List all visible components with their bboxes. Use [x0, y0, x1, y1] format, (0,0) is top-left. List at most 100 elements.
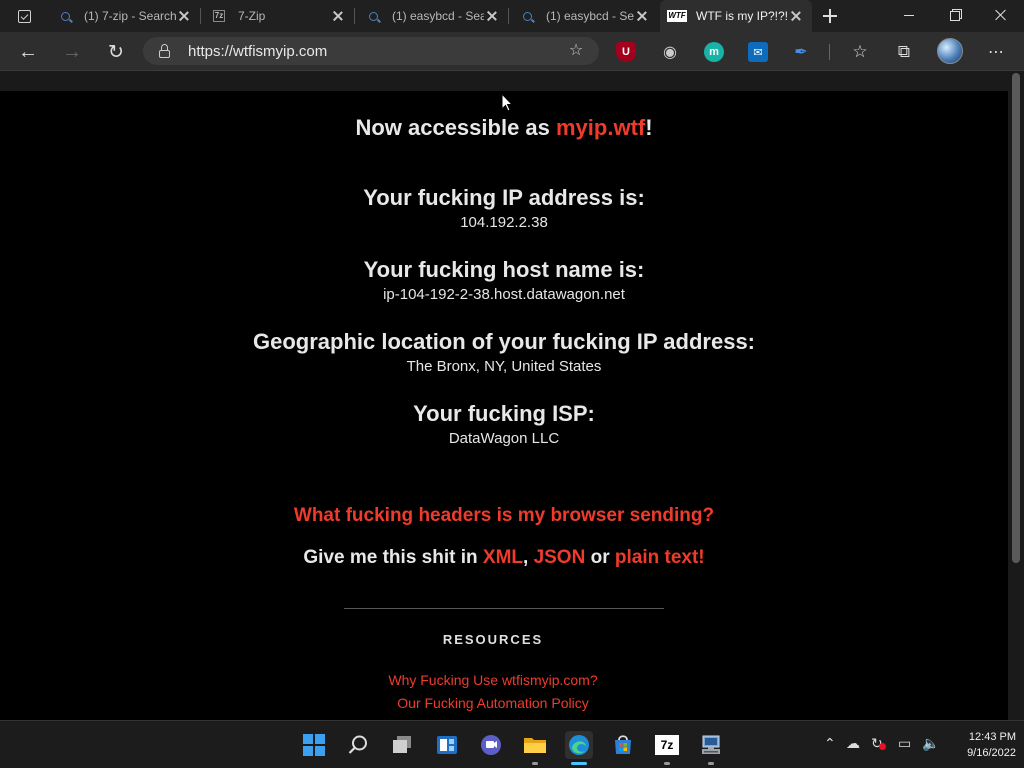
refresh-button[interactable]: ↻: [104, 40, 128, 64]
tab-title: (1) 7-zip - Search: [84, 9, 176, 23]
running-indicator: [708, 762, 714, 765]
m-extension-icon[interactable]: m: [704, 42, 724, 62]
tab-title: WTF is my IP?!?!: [696, 9, 788, 23]
clock[interactable]: 12:43 PM 9/16/2022: [944, 729, 1016, 761]
7zip-label: 7z: [660, 738, 674, 752]
profile-avatar[interactable]: [937, 38, 963, 64]
json-link[interactable]: JSON: [534, 547, 586, 568]
tab-7zip-search[interactable]: (1) 7-zip - Search: [48, 0, 201, 32]
search-button[interactable]: [344, 731, 372, 759]
teams-chat-button[interactable]: [477, 731, 505, 759]
task-view-icon: [393, 736, 411, 753]
running-indicator: [664, 762, 670, 765]
accessible-prefix: Now accessible as: [355, 115, 556, 140]
close-icon[interactable]: [634, 8, 650, 24]
volume-icon[interactable]: 🔈: [922, 735, 939, 752]
tab-title: 7-Zip: [238, 9, 266, 23]
tab-easybcd-search-2[interactable]: (1) easybcd - Search: [510, 0, 658, 32]
scrollbar-thumb[interactable]: [1012, 73, 1020, 563]
accessible-notice: Now accessible as myip.wtf!: [0, 115, 1008, 141]
page-top-band: [0, 71, 1008, 91]
isp-label: Your fucking ISP:: [413, 401, 595, 426]
7zip-icon: 7z: [212, 10, 226, 22]
why-use-link[interactable]: Why Fucking Use wtfismyip.com?: [0, 672, 986, 688]
search-icon: [366, 9, 380, 23]
new-tab-button[interactable]: [820, 6, 840, 26]
page-scrollbar[interactable]: [1008, 71, 1024, 720]
store-icon: [615, 735, 631, 754]
tab-easybcd-search-1[interactable]: (1) easybcd - Search: [356, 0, 509, 32]
pen-extension-icon[interactable]: ✒: [791, 42, 811, 62]
collections-icon[interactable]: ⧉: [892, 40, 916, 64]
tab-title: (1) easybcd - Search: [392, 9, 484, 23]
lock-icon[interactable]: [159, 44, 170, 58]
minimize-button[interactable]: [886, 0, 932, 32]
ip-label: Your fucking IP address is:: [363, 185, 645, 210]
task-view-button[interactable]: [389, 731, 417, 759]
show-hidden-icons-chevron-up-icon[interactable]: ⌃: [824, 735, 836, 752]
close-icon[interactable]: [176, 8, 192, 24]
more-options-icon[interactable]: ⋯: [984, 40, 1008, 64]
close-icon[interactable]: [330, 8, 346, 24]
outlook-extension-icon[interactable]: ✉: [748, 42, 768, 62]
file-explorer-button[interactable]: [521, 731, 549, 765]
ublock-letter: U: [622, 46, 630, 58]
xml-link[interactable]: XML: [483, 547, 523, 568]
widgets-icon: [437, 736, 457, 754]
tab-actions-button[interactable]: [8, 5, 40, 27]
tab-title: (1) easybcd - Search: [546, 9, 634, 23]
search-icon: [348, 735, 367, 754]
eye-extension-icon[interactable]: ◉: [660, 42, 680, 62]
windows-icon: [303, 734, 325, 756]
start-button[interactable]: [300, 731, 328, 759]
onedrive-cloud-icon[interactable]: ☁: [846, 735, 860, 752]
chat-icon: [481, 735, 501, 755]
close-window-button[interactable]: [978, 0, 1024, 32]
restore-button[interactable]: [932, 0, 978, 32]
folder-icon: [524, 738, 546, 753]
ip-value: 104.192.2.38: [460, 214, 548, 231]
7zip-taskbar-button[interactable]: 7z: [653, 731, 681, 765]
automation-policy-link[interactable]: Our Fucking Automation Policy: [0, 695, 986, 711]
tab-wtf-is-my-ip[interactable]: WTF WTF is my IP?!?!: [660, 0, 812, 32]
headers-link[interactable]: What fucking headers is my browser sendi…: [0, 505, 1008, 527]
sync-error-badge: [879, 743, 886, 750]
taskbar: 7z ⌃ ☁ ↻ ▭ 🔈 12:43 PM 9/16/2022: [0, 720, 1024, 768]
tab-7zip[interactable]: 7z 7-Zip: [202, 0, 355, 32]
edge-button[interactable]: [565, 731, 593, 765]
divider: [344, 608, 664, 609]
sync-icon[interactable]: ↻: [871, 735, 886, 752]
plain-text-link[interactable]: plain text!: [615, 547, 705, 568]
myip-wtf-link[interactable]: myip.wtf: [556, 115, 645, 140]
back-button[interactable]: ←: [16, 40, 40, 64]
url-text[interactable]: https://wtfismyip.com: [188, 43, 327, 60]
geo-label: Geographic location of your fucking IP a…: [252, 329, 755, 354]
clock-time: 12:43 PM: [968, 731, 1016, 743]
add-favorite-icon[interactable]: ☆: [567, 42, 585, 60]
forward-button[interactable]: →: [60, 40, 84, 64]
formats-prefix: Give me this shit in: [303, 547, 483, 568]
favorites-icon[interactable]: ☆: [848, 40, 872, 64]
search-icon: [520, 9, 534, 23]
clock-date: 9/16/2022: [967, 747, 1016, 759]
address-bar[interactable]: https://wtfismyip.com ☆: [143, 37, 599, 65]
formats-comma: ,: [523, 547, 534, 568]
close-icon[interactable]: [484, 8, 500, 24]
7zip-icon: 7z: [655, 735, 679, 755]
ublock-extension-icon[interactable]: U: [616, 42, 636, 62]
host-value: ip-104-192-2-38.host.datawagon.net: [383, 286, 625, 303]
geo-value: The Bronx, NY, United States: [406, 358, 602, 375]
isp-value: DataWagon LLC: [448, 430, 560, 447]
network-app-button[interactable]: [697, 731, 725, 765]
computer-app-icon: [702, 735, 720, 754]
tab-strip: (1) 7-zip - Search 7z 7-Zip (1) easybcd …: [0, 0, 1024, 32]
store-button[interactable]: [609, 731, 637, 759]
close-icon[interactable]: [788, 8, 804, 24]
widgets-button[interactable]: [433, 731, 461, 759]
network-display-icon[interactable]: ▭: [898, 735, 911, 752]
resources-heading: RESOURCES: [442, 632, 544, 647]
m-letter: m: [709, 46, 719, 58]
tab-actions-icon: [17, 9, 31, 23]
wtf-icon: WTF: [667, 10, 687, 22]
active-indicator: [571, 762, 587, 765]
